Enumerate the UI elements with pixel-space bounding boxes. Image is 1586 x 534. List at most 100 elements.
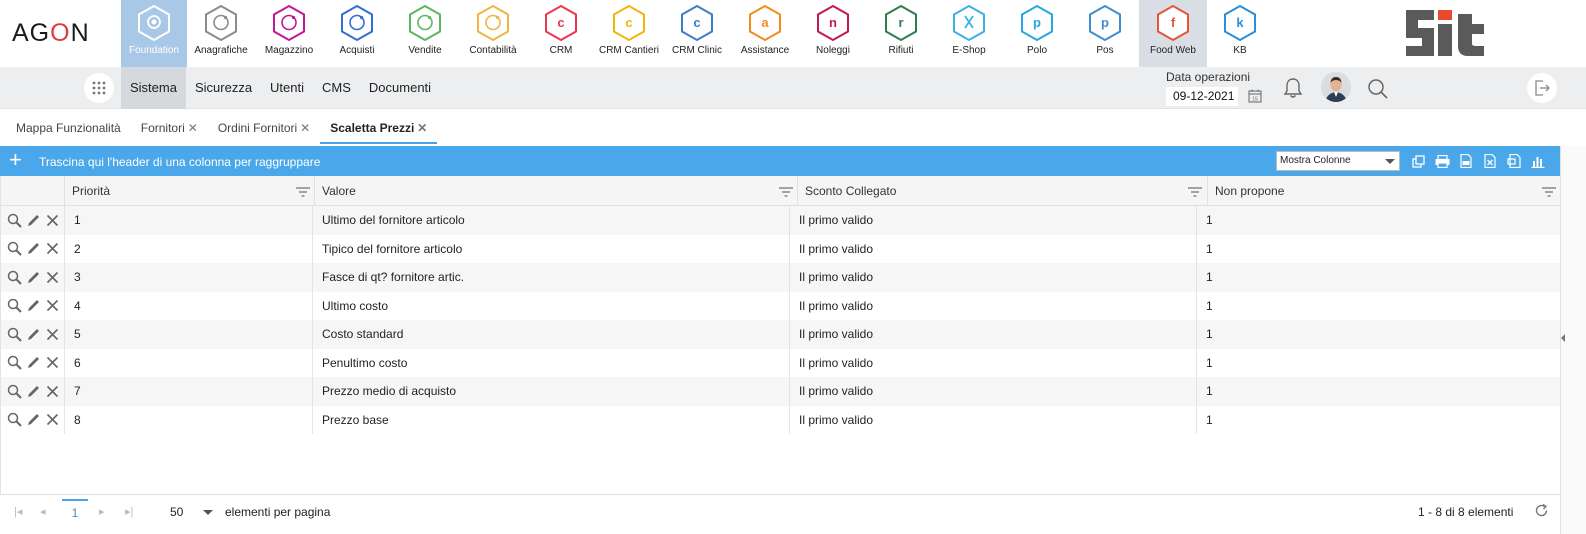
module-kb[interactable]: k KB: [1207, 0, 1273, 67]
view-icon[interactable]: [6, 326, 22, 342]
edit-icon[interactable]: [25, 241, 41, 257]
delete-icon[interactable]: [44, 212, 60, 228]
notifications-bell-icon[interactable]: [1282, 77, 1304, 102]
current-page-button[interactable]: 1: [62, 499, 88, 525]
module-pos[interactable]: p Pos: [1071, 0, 1139, 67]
table-row[interactable]: 4 Ultimo costo Il primo valido 1: [1, 291, 1561, 320]
table-row[interactable]: 2 Tipico del fornitore articolo Il primo…: [1, 234, 1561, 263]
filter-icon[interactable]: [1188, 186, 1202, 200]
filter-icon[interactable]: [296, 186, 310, 200]
table-row[interactable]: 6 Penultimo costo Il primo valido 1: [1, 348, 1561, 377]
table-row[interactable]: 8 Prezzo base Il primo valido 1: [1, 405, 1561, 434]
module-food-web[interactable]: f Food Web: [1139, 0, 1207, 67]
delete-icon[interactable]: [44, 298, 60, 314]
module-foundation[interactable]: Foundation: [121, 0, 187, 67]
view-icon[interactable]: [6, 355, 22, 371]
tab-fornitori[interactable]: Fornitori ✕: [131, 114, 208, 144]
cell-priorita: 8: [64, 405, 313, 434]
view-icon[interactable]: [6, 269, 22, 285]
module-assistance[interactable]: a Assistance: [731, 0, 799, 67]
filter-icon[interactable]: [1542, 186, 1556, 200]
table-row[interactable]: 1 Ultimo del fornitore articolo Il primo…: [1, 206, 1561, 235]
submenu-item-sicurezza[interactable]: Sicurezza: [186, 67, 261, 109]
date-operations-input[interactable]: 09-12-2021: [1166, 87, 1238, 106]
delete-icon[interactable]: [44, 241, 60, 257]
scaletta-prezzi-grid: Priorità Valore Sconto Collegato Non pro…: [0, 176, 1561, 494]
search-icon[interactable]: [1367, 78, 1389, 103]
module-rifiuti[interactable]: r Rifiuti: [867, 0, 935, 67]
submenu-item-utenti[interactable]: Utenti: [261, 67, 313, 109]
delete-icon[interactable]: [44, 383, 60, 399]
module-magazzino[interactable]: Magazzino: [255, 0, 323, 67]
calendar-icon[interactable]: 15: [1248, 89, 1262, 106]
export-csv-icon[interactable]: [1454, 152, 1478, 170]
module-label: Food Web: [1150, 45, 1196, 56]
module-crm-clinic[interactable]: c CRM Clinic: [663, 0, 731, 67]
view-icon[interactable]: [6, 412, 22, 428]
column-header-valore[interactable]: Valore: [314, 176, 791, 206]
expand-panel-icon[interactable]: [1561, 334, 1565, 342]
next-page-icon[interactable]: ▸: [99, 505, 105, 518]
table-row[interactable]: 3 Fasce di qt? fornitore artic. Il primo…: [1, 263, 1561, 292]
apps-grid-button[interactable]: [84, 73, 114, 103]
prev-page-icon[interactable]: ◂: [40, 505, 46, 518]
print-icon[interactable]: [1430, 152, 1454, 170]
delete-icon[interactable]: [44, 269, 60, 285]
tab-mappa-funzionalita[interactable]: Mappa Funzionalità: [0, 114, 131, 144]
edit-icon[interactable]: [25, 326, 41, 342]
edit-icon[interactable]: [25, 212, 41, 228]
submenu-item-cms[interactable]: CMS: [313, 67, 360, 109]
first-page-icon[interactable]: |◂: [14, 505, 22, 518]
delete-icon[interactable]: [44, 355, 60, 371]
export-pdf-icon[interactable]: [1502, 152, 1526, 170]
view-icon[interactable]: [6, 241, 22, 257]
module-anagrafiche[interactable]: Anagrafiche: [187, 0, 255, 67]
edit-icon[interactable]: [25, 412, 41, 428]
submenu-item-sistema[interactable]: Sistema: [121, 67, 186, 109]
tab-ordini-fornitori[interactable]: Ordini Fornitori ✕: [208, 114, 320, 144]
refresh-icon[interactable]: [1534, 503, 1549, 521]
module-crm-cantieri[interactable]: c CRM Cantieri: [595, 0, 663, 67]
logout-button[interactable]: [1527, 73, 1557, 103]
last-page-icon[interactable]: ▸|: [125, 505, 133, 518]
edit-icon[interactable]: [25, 355, 41, 371]
edit-icon[interactable]: [25, 269, 41, 285]
column-header-sconto-collegato[interactable]: Sconto Collegato: [797, 176, 1207, 206]
close-tab-icon[interactable]: ✕: [188, 121, 198, 135]
view-icon[interactable]: [6, 212, 22, 228]
copy-icon[interactable]: [1406, 152, 1430, 170]
close-tab-icon[interactable]: ✕: [417, 121, 427, 135]
close-tab-icon[interactable]: ✕: [300, 121, 310, 135]
show-columns-select[interactable]: Mostra Colonne: [1276, 151, 1400, 171]
chart-icon[interactable]: [1526, 152, 1550, 170]
tab-label: Mappa Funzionalità: [16, 121, 121, 135]
row-actions: [6, 355, 60, 371]
user-avatar[interactable]: [1321, 72, 1351, 102]
filter-icon[interactable]: [779, 186, 793, 200]
cell-non-propone: 1: [1196, 320, 1561, 349]
module-noleggi[interactable]: n Noleggi: [799, 0, 867, 67]
svg-text:n: n: [829, 15, 837, 30]
export-excel-icon[interactable]: [1478, 152, 1502, 170]
table-row[interactable]: 5 Costo standard Il primo valido 1: [1, 320, 1561, 349]
view-icon[interactable]: [6, 298, 22, 314]
submenu-item-documenti[interactable]: Documenti: [360, 67, 440, 109]
module-contabilit[interactable]: Contabilità: [459, 0, 527, 67]
edit-icon[interactable]: [25, 383, 41, 399]
view-icon[interactable]: [6, 383, 22, 399]
module-crm[interactable]: c CRM: [527, 0, 595, 67]
column-header-priorita[interactable]: Priorità: [64, 176, 313, 206]
delete-icon[interactable]: [44, 412, 60, 428]
module-polo[interactable]: p Polo: [1003, 0, 1071, 67]
tab-scaletta-prezzi[interactable]: Scaletta Prezzi ✕: [320, 114, 438, 144]
delete-icon[interactable]: [44, 326, 60, 342]
page-size-select[interactable]: 50: [165, 502, 217, 522]
table-row[interactable]: 7 Prezzo medio di acquisto Il primo vali…: [1, 377, 1561, 406]
edit-icon[interactable]: [25, 298, 41, 314]
module-acquisti[interactable]: Acquisti: [323, 0, 391, 67]
module-vendite[interactable]: Vendite: [391, 0, 459, 67]
add-icon[interactable]: +: [9, 149, 22, 171]
module-e-shop[interactable]: E-Shop: [935, 0, 1003, 67]
column-header-non-propone[interactable]: Non propone: [1207, 176, 1561, 206]
group-drop-hint[interactable]: Trascina qui l'header di una colonna per…: [39, 155, 320, 169]
